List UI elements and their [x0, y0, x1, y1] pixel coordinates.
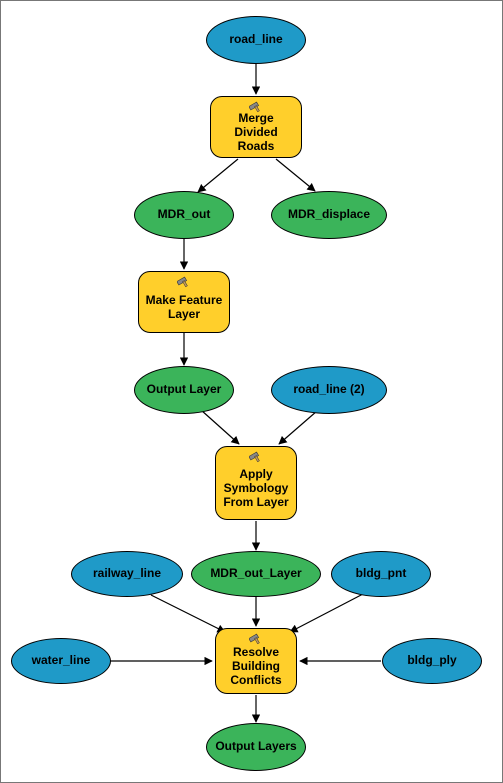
input-bldg-pnt[interactable]: bldg_pnt: [331, 551, 431, 597]
tool-resolve-building-conflicts[interactable]: Resolve Building Conflicts: [215, 628, 297, 694]
node-label: MDR_out_Layer: [210, 567, 301, 581]
node-label: road_line (2): [293, 383, 364, 397]
hammer-icon: [249, 101, 263, 117]
output-mdr-out-layer[interactable]: MDR_out_Layer: [191, 551, 321, 597]
hammer-icon: [249, 451, 263, 467]
tool-apply-symbology[interactable]: Apply Symbology From Layer: [215, 446, 297, 520]
input-water-line[interactable]: water_line: [11, 638, 111, 684]
hammer-icon: [249, 633, 263, 649]
node-label: Output Layers: [215, 740, 296, 754]
node-label: MDR_out: [158, 208, 211, 222]
node-label: Output Layer: [147, 383, 222, 397]
output-output-layer[interactable]: Output Layer: [134, 366, 234, 414]
tool-merge-divided-roads[interactable]: Merge Divided Roads: [210, 96, 302, 158]
node-label: road_line: [229, 33, 282, 47]
node-label: Apply Symbology From Layer: [222, 468, 290, 509]
node-label: railway_line: [93, 567, 161, 581]
node-label: Resolve Building Conflicts: [222, 646, 290, 687]
node-label: bldg_pnt: [356, 567, 407, 581]
output-output-layers[interactable]: Output Layers: [206, 723, 306, 771]
node-label: Merge Divided Roads: [217, 112, 295, 153]
node-label: Make Feature Layer: [145, 294, 223, 322]
node-label: MDR_displace: [288, 208, 370, 222]
input-railway-line[interactable]: railway_line: [71, 551, 183, 597]
model-canvas: road_line Merge Divided Roads MDR_out MD…: [0, 0, 503, 783]
node-label: water_line: [32, 654, 91, 668]
input-bldg-ply[interactable]: bldg_ply: [382, 638, 482, 684]
input-road-line-2[interactable]: road_line (2): [271, 366, 387, 414]
tool-make-feature-layer[interactable]: Make Feature Layer: [138, 271, 230, 333]
output-mdr-out[interactable]: MDR_out: [134, 191, 234, 239]
node-label: bldg_ply: [407, 654, 456, 668]
output-mdr-displace[interactable]: MDR_displace: [271, 191, 387, 239]
input-road-line[interactable]: road_line: [206, 16, 306, 64]
hammer-icon: [177, 276, 191, 292]
